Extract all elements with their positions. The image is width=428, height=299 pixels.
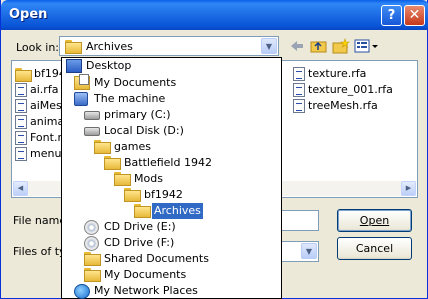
dropdown-item-my-documents[interactable]: My Documents <box>62 74 281 91</box>
file-icon <box>15 115 27 129</box>
chevron-down-icon[interactable]: ▼ <box>261 38 277 54</box>
scroll-left-icon[interactable]: ◀ <box>13 181 28 196</box>
hard-drive-icon <box>84 127 100 136</box>
file-icon <box>293 67 305 81</box>
dropdown-item-cd-drive-e[interactable]: CD Drive (E:) <box>62 219 281 235</box>
views-menu-icon[interactable] <box>354 38 380 54</box>
dropdown-item-label: games <box>114 140 151 153</box>
file-name: texture_001.rfa <box>308 83 393 96</box>
folder-icon <box>65 40 82 54</box>
list-item[interactable]: anima <box>15 115 64 129</box>
dropdown-item-desktop[interactable]: Desktop <box>62 58 281 74</box>
hard-drive-icon <box>84 111 100 120</box>
scroll-right-icon[interactable]: ▶ <box>401 181 416 196</box>
cancel-button[interactable]: Cancel <box>337 237 412 260</box>
file-icon <box>15 131 27 145</box>
file-icon <box>293 83 305 97</box>
dropdown-item-bf1942[interactable]: bf1942 <box>62 187 281 203</box>
open-folder-icon <box>134 204 151 218</box>
dropdown-item-mods[interactable]: Mods <box>62 171 281 187</box>
dropdown-item-label: primary (C:) <box>104 108 171 121</box>
look-in-value: Archives <box>86 40 133 53</box>
list-item[interactable]: texture.rfa <box>293 67 366 81</box>
file-icon <box>293 99 305 113</box>
dropdown-item-label: Battlefield 1942 <box>124 156 212 169</box>
file-icon <box>15 83 27 97</box>
list-item[interactable]: bf194 <box>15 67 66 82</box>
chevron-down-icon[interactable]: ▼ <box>301 243 317 259</box>
folder-icon <box>94 140 111 154</box>
computer-icon <box>74 92 88 106</box>
folder-icon <box>114 172 131 186</box>
cd-drive-icon <box>84 220 99 235</box>
file-name: treeMesh.rfa <box>308 99 378 112</box>
list-item[interactable]: ai.rfa <box>15 83 58 97</box>
dropdown-item-local-disk-d[interactable]: Local Disk (D:) <box>62 123 281 139</box>
dropdown-item-my-network-places[interactable]: My Network Places <box>62 283 281 299</box>
dropdown-item-cd-drive-f[interactable]: CD Drive (F:) <box>62 235 281 251</box>
file-icon <box>15 147 27 161</box>
folder-icon <box>84 268 101 282</box>
dropdown-item-label: Desktop <box>86 59 132 72</box>
file-name: menu. <box>30 147 65 160</box>
network-icon <box>74 284 90 299</box>
list-item[interactable]: Font.r <box>15 131 62 145</box>
up-folder-icon[interactable] <box>310 38 328 54</box>
dropdown-item-battlefield-1942[interactable]: Battlefield 1942 <box>62 155 281 171</box>
dropdown-item-label: My Network Places <box>94 284 198 297</box>
dropdown-item-label: Local Disk (D:) <box>104 124 184 137</box>
file-name: Font.r <box>30 131 62 144</box>
file-icon <box>15 99 27 113</box>
open-dialog: Open ? ✕ Look in: Archives ▼ bf194 ai.rf… <box>0 0 428 299</box>
open-button[interactable]: Open <box>337 209 412 232</box>
my-documents-icon <box>74 74 90 90</box>
desktop-icon <box>66 59 82 73</box>
window-title: Open <box>9 7 48 22</box>
file-name: anima <box>30 115 65 128</box>
dropdown-item-label: CD Drive (F:) <box>104 236 175 249</box>
dropdown-item-label: Archives <box>152 203 203 219</box>
folder-icon <box>124 188 141 202</box>
dropdown-item-games[interactable]: games <box>62 139 281 155</box>
back-icon[interactable] <box>288 38 306 54</box>
dropdown-item-the-machine[interactable]: The machine <box>62 91 281 107</box>
look-in-combobox[interactable]: Archives ▼ <box>59 36 279 56</box>
folder-icon <box>84 252 101 266</box>
title-bar[interactable]: Open ? ✕ <box>1 0 428 30</box>
folder-icon <box>15 67 32 82</box>
new-folder-icon[interactable] <box>332 38 350 54</box>
open-button-label: Open <box>359 214 390 227</box>
list-item[interactable]: texture_001.rfa <box>293 83 393 97</box>
file-name: ai.rfa <box>30 83 59 96</box>
list-item[interactable]: treeMesh.rfa <box>293 99 378 113</box>
dropdown-item-my-documents-2[interactable]: My Documents <box>62 267 281 283</box>
dropdown-item-label: My Documents <box>94 76 177 89</box>
dropdown-item-archives[interactable]: Archives <box>62 203 281 219</box>
list-item[interactable]: menu. <box>15 147 65 161</box>
dropdown-item-label: Mods <box>134 172 163 185</box>
dropdown-item-label: bf1942 <box>144 188 183 201</box>
look-in-label: Look in: <box>16 41 59 54</box>
list-item[interactable]: aiMesl <box>15 99 65 113</box>
dropdown-item-primary-c[interactable]: primary (C:) <box>62 107 281 123</box>
close-button[interactable]: ✕ <box>404 5 425 26</box>
look-in-dropdown-list[interactable]: Desktop My Documents The machine primary… <box>61 57 282 299</box>
file-name: texture.rfa <box>308 67 367 80</box>
dropdown-item-shared-documents[interactable]: Shared Documents <box>62 251 281 267</box>
dropdown-item-label: My Documents <box>104 268 187 281</box>
folder-icon <box>104 156 121 170</box>
help-button[interactable]: ? <box>381 5 402 26</box>
dropdown-item-label: Shared Documents <box>104 252 209 265</box>
cd-drive-icon <box>84 236 99 251</box>
dropdown-item-label: The machine <box>94 92 166 105</box>
file-name: aiMesl <box>30 99 65 112</box>
dropdown-item-label: CD Drive (E:) <box>104 220 176 233</box>
